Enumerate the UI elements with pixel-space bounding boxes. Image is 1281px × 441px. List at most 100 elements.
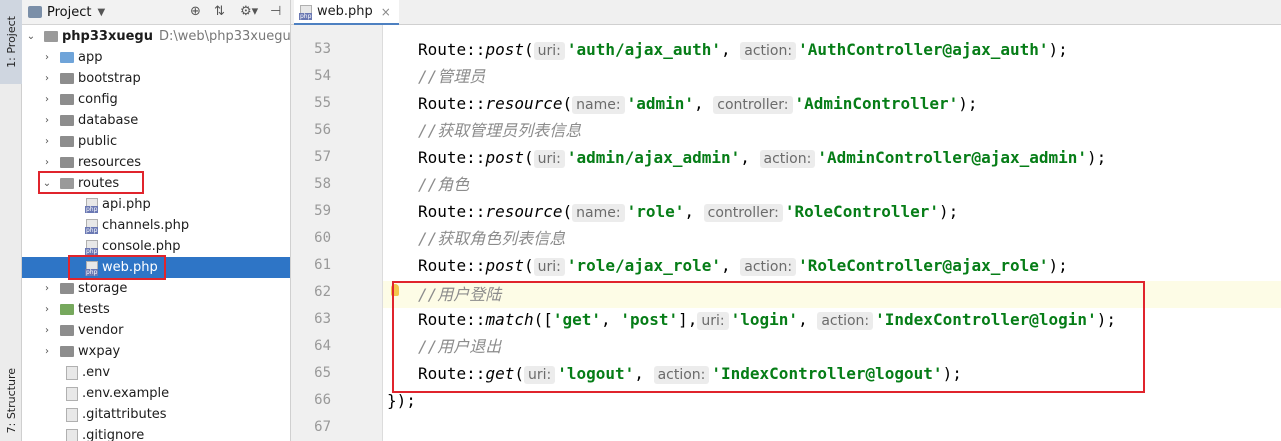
- collapse-all-icon[interactable]: ⇅: [214, 5, 225, 19]
- tree-item-label: app: [78, 50, 103, 65]
- chevron-down-icon[interactable]: ⌄: [26, 31, 36, 42]
- folder-icon: [60, 52, 74, 63]
- line-number: 59: [314, 203, 331, 219]
- code-comment[interactable]: //角色: [418, 171, 469, 198]
- tree-item-label: .env: [82, 365, 111, 380]
- chevron-right-icon[interactable]: ›: [42, 94, 52, 105]
- param-hint: action:: [740, 258, 797, 276]
- line-number: 57: [314, 149, 331, 165]
- line-number: 63: [314, 311, 331, 327]
- structure-tool-tab[interactable]: 7: Structure: [0, 360, 22, 441]
- param-hint: uri:: [533, 258, 565, 276]
- tree-item-storage[interactable]: › storage: [22, 278, 290, 299]
- project-tool-tab-label: 1: Project: [4, 16, 18, 68]
- code-comment[interactable]: //管理员: [418, 63, 485, 90]
- line-number: 64: [314, 338, 331, 354]
- tree-item-bootstrap[interactable]: › bootstrap: [22, 68, 290, 89]
- tree-root[interactable]: ⌄ php33xuegu D:\web\php33xuegu: [22, 26, 290, 47]
- chevron-right-icon[interactable]: ›: [42, 157, 52, 168]
- tree-item-label: database: [78, 113, 139, 128]
- tree-item-label: channels.php: [102, 218, 190, 233]
- tree-item-api-php[interactable]: api.php: [22, 194, 290, 215]
- line-number: 61: [314, 257, 331, 273]
- line-number: 55: [314, 95, 331, 111]
- highlight-box-login-routes: [392, 281, 1145, 393]
- php-file-icon: [85, 197, 99, 213]
- folder-icon: [60, 94, 74, 105]
- file-icon: [66, 365, 78, 380]
- locate-icon[interactable]: ⊕: [190, 5, 201, 19]
- code-line[interactable]: Route::post(uri:'auth/ajax_auth', action…: [418, 36, 1068, 63]
- chevron-right-icon[interactable]: ›: [42, 136, 52, 147]
- tree-item-database[interactable]: › database: [22, 110, 290, 131]
- folder-icon: [44, 31, 58, 42]
- tree-item-app[interactable]: › app: [22, 47, 290, 68]
- line-number: 62: [314, 284, 331, 300]
- chevron-down-icon[interactable]: ▼: [97, 7, 105, 18]
- chevron-right-icon[interactable]: ›: [42, 325, 52, 336]
- gear-icon[interactable]: ⚙▾: [240, 5, 258, 19]
- chevron-right-icon[interactable]: ›: [42, 283, 52, 294]
- highlight-box-routes: [38, 171, 144, 194]
- chevron-right-icon[interactable]: ›: [42, 115, 52, 126]
- tree-item-tests[interactable]: › tests: [22, 299, 290, 320]
- tree-item-channels-php[interactable]: channels.php: [22, 215, 290, 236]
- folder-icon: [60, 73, 74, 84]
- tree-item-label: .env.example: [82, 386, 170, 401]
- code-comment[interactable]: //获取角色列表信息: [418, 225, 565, 252]
- structure-tool-tab-label: 7: Structure: [4, 367, 18, 434]
- line-number: 65: [314, 365, 331, 381]
- code-line[interactable]: Route::resource(name:'role', controller:…: [418, 198, 958, 225]
- code-comment[interactable]: //获取管理员列表信息: [418, 117, 581, 144]
- tree-item-env[interactable]: .env: [22, 362, 290, 383]
- chevron-right-icon[interactable]: ›: [42, 73, 52, 84]
- tree-item-gitattributes[interactable]: .gitattributes: [22, 404, 290, 425]
- tree-item-env-example[interactable]: .env.example: [22, 383, 290, 404]
- folder-icon: [60, 157, 74, 168]
- tree-item-label: wxpay: [78, 344, 121, 359]
- line-number: 58: [314, 176, 331, 192]
- tree-item-resources[interactable]: › resources: [22, 152, 290, 173]
- tab-web-php[interactable]: web.php ×: [294, 0, 399, 25]
- line-number: 60: [314, 230, 331, 246]
- tree-item-label: storage: [78, 281, 128, 296]
- editor-tab-bar: web.php ×: [291, 0, 1281, 25]
- hide-panel-icon[interactable]: ⊣: [270, 5, 281, 19]
- tree-item-wxpay[interactable]: › wxpay: [22, 341, 290, 362]
- tree-item-label: api.php: [102, 197, 151, 212]
- file-icon: [66, 407, 78, 422]
- tree-item-label: tests: [78, 302, 110, 317]
- project-view-icon: [28, 6, 42, 18]
- chevron-right-icon[interactable]: ›: [42, 304, 52, 315]
- project-view-selector[interactable]: Project: [47, 5, 91, 20]
- project-panel: Project ▼ ⊕ ⇅ ⚙▾ ⊣ ⌄ php33xuegu D:\web\p…: [22, 0, 291, 441]
- param-hint: uri:: [533, 150, 565, 168]
- line-number: 56: [314, 122, 331, 138]
- tree-item-label: bootstrap: [78, 71, 141, 86]
- tree-item-label: resources: [78, 155, 142, 170]
- tree-item-public[interactable]: › public: [22, 131, 290, 152]
- folder-icon: [60, 115, 74, 126]
- code-line[interactable]: Route::post(uri:'admin/ajax_admin', acti…: [418, 144, 1106, 171]
- tool-window-strip: 1: Project 7: Structure: [0, 0, 22, 441]
- folder-icon: [60, 346, 74, 357]
- file-icon: [66, 428, 78, 441]
- php-file-icon: [85, 218, 99, 234]
- folder-icon: [60, 304, 74, 315]
- param-hint: controller:: [703, 204, 783, 222]
- php-file-icon: [299, 4, 313, 20]
- tree-item-vendor[interactable]: › vendor: [22, 320, 290, 341]
- close-icon[interactable]: ×: [381, 5, 391, 19]
- line-number: 54: [314, 68, 331, 84]
- code-line[interactable]: Route::post(uri:'role/ajax_role', action…: [418, 252, 1068, 279]
- tree-item-label: console.php: [102, 239, 181, 254]
- project-tool-tab[interactable]: 1: Project: [0, 0, 22, 84]
- code-line[interactable]: Route::resource(name:'admin', controller…: [418, 90, 978, 117]
- tree-item-config[interactable]: › config: [22, 89, 290, 110]
- folder-icon: [60, 283, 74, 294]
- file-icon: [66, 386, 78, 401]
- chevron-right-icon[interactable]: ›: [42, 52, 52, 63]
- chevron-right-icon[interactable]: ›: [42, 346, 52, 357]
- tree-item-gitignore[interactable]: .gitignore: [22, 425, 290, 441]
- tree-item-console-php[interactable]: console.php: [22, 236, 290, 257]
